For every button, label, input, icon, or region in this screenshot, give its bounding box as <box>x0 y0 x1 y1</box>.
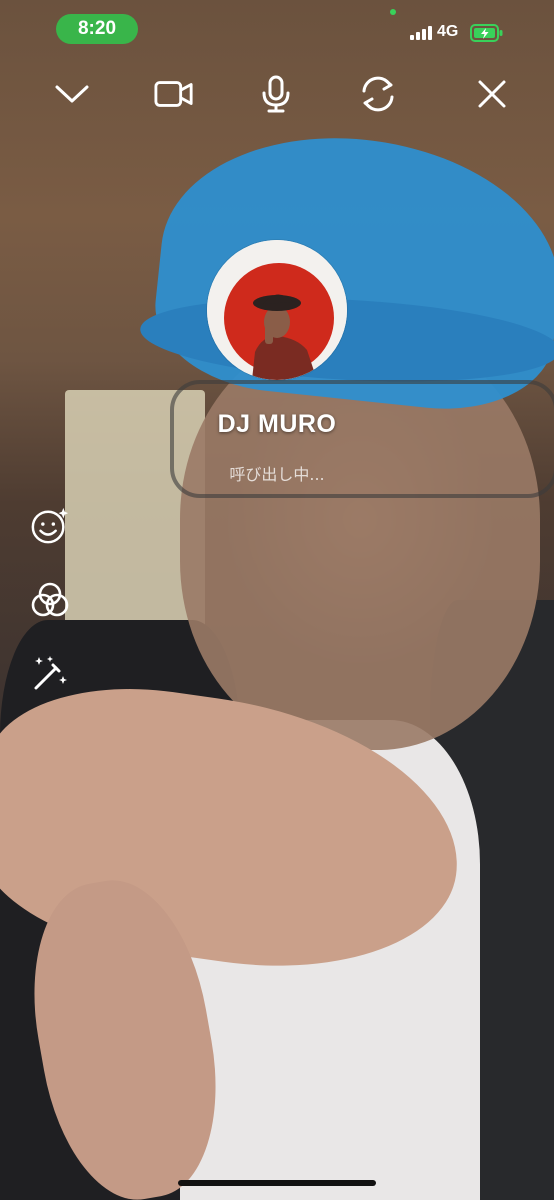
home-indicator[interactable] <box>178 1180 376 1186</box>
beauty-button[interactable] <box>30 654 70 694</box>
face-effects-button[interactable] <box>30 506 70 546</box>
call-status: 呼び出し中... <box>229 465 325 484</box>
camera-preview <box>0 0 554 1200</box>
mic-toggle-button[interactable] <box>256 74 296 114</box>
filter-circles-icon <box>31 582 69 617</box>
filters-button[interactable] <box>30 580 70 620</box>
switch-camera-button[interactable] <box>358 74 398 114</box>
avatar-image <box>207 240 347 380</box>
battery-charging-icon <box>470 24 503 42</box>
video-camera-icon <box>154 81 193 107</box>
caller-name: DJ MURO <box>217 410 337 438</box>
magic-wand-icon <box>34 656 67 690</box>
camera-switch-icon <box>362 76 394 112</box>
camera-in-use-dot <box>390 9 396 15</box>
chevron-down-icon <box>55 85 89 103</box>
close-icon <box>478 80 506 108</box>
signal-bars-icon <box>410 26 432 40</box>
status-time: 8:20 <box>56 14 138 44</box>
minimize-button[interactable] <box>52 74 92 114</box>
end-call-button[interactable] <box>472 74 512 114</box>
network-type: 4G <box>437 23 459 40</box>
microphone-icon <box>262 75 290 113</box>
camera-toggle-button[interactable] <box>154 74 194 114</box>
face-sparkle-icon <box>31 507 69 544</box>
caller-avatar <box>207 240 347 380</box>
status-bar: 8:20 4G <box>0 0 554 58</box>
